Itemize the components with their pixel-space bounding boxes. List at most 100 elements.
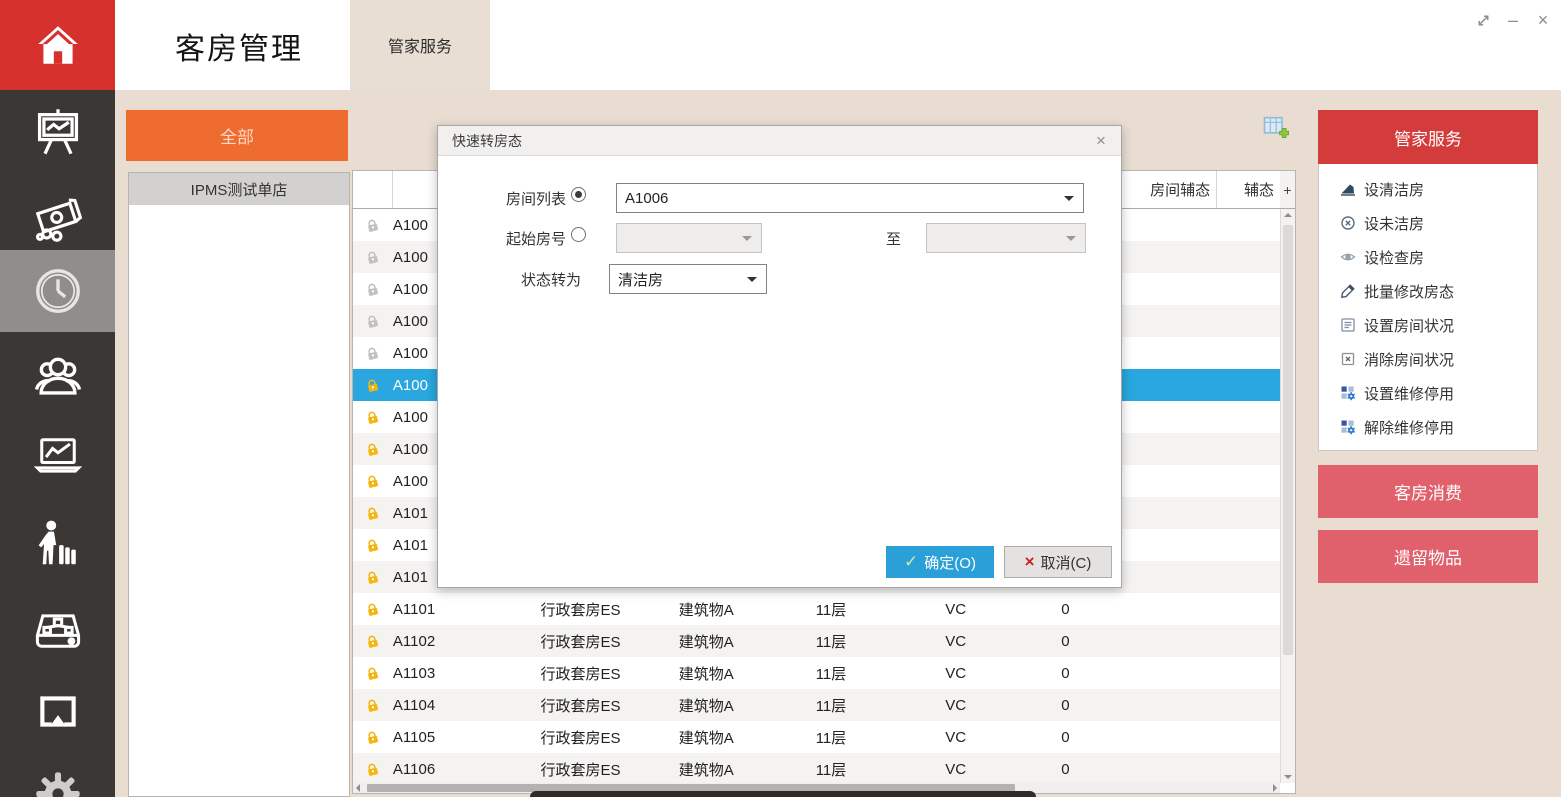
minimize-icon[interactable]: – — [1503, 10, 1523, 30]
cast-icon[interactable] — [0, 680, 115, 744]
menu-item-3[interactable]: 设检查房 — [1319, 240, 1537, 274]
table-row[interactable]: A1101行政套房ES建筑物A11层VC0 — [353, 593, 1280, 625]
traveler-icon[interactable] — [0, 512, 115, 576]
room-consumption-button[interactable]: 客房消费 — [1318, 465, 1538, 518]
range-start-combobox[interactable] — [616, 223, 762, 253]
gear-icon[interactable] — [0, 762, 115, 797]
table-cell — [1217, 305, 1280, 337]
col-status-icon[interactable] — [353, 171, 393, 208]
cancel-button[interactable]: × 取消(C) — [1004, 546, 1112, 578]
table-cell: VC — [900, 657, 1012, 689]
status-combobox[interactable]: 清洁房 — [609, 264, 767, 294]
butler-service-header[interactable]: 管家服务 — [1318, 110, 1538, 164]
network-icon[interactable] — [0, 598, 115, 662]
menu-item-1[interactable]: 设清洁房 — [1319, 172, 1537, 206]
users-icon[interactable] — [0, 344, 115, 408]
table-cell — [1217, 465, 1280, 497]
menu-item-4[interactable]: 批量修改房态 — [1319, 274, 1537, 308]
vertical-scroll-thumb[interactable] — [1283, 225, 1293, 655]
table-cell: 11层 — [762, 657, 900, 689]
table-cell — [1217, 721, 1280, 753]
export-table-icon[interactable] — [1261, 113, 1289, 141]
range-end-combobox[interactable] — [926, 223, 1086, 253]
stats-icon[interactable] — [0, 424, 115, 488]
room-lock-icon — [353, 433, 393, 465]
table-cell: 11层 — [762, 721, 900, 753]
dialog-close-icon[interactable]: × — [1091, 131, 1111, 151]
cancel-label: 取消(C) — [1041, 552, 1092, 573]
table-cell — [1119, 273, 1217, 305]
col-room-aux-status[interactable]: 房间辅态 — [1119, 171, 1217, 208]
table-row[interactable]: A1104行政套房ES建筑物A11层VC0 — [353, 689, 1280, 721]
ok-button[interactable]: ✓ 确定(O) — [886, 546, 994, 578]
room-lock-icon — [353, 273, 393, 305]
room-list-combobox[interactable]: A1006 — [616, 183, 1084, 213]
menu-item-label: 设置维修停用 — [1364, 383, 1454, 404]
table-cell: 建筑物A — [650, 593, 762, 625]
clock-icon[interactable] — [0, 250, 115, 332]
table-cell: 0 — [1012, 753, 1120, 783]
table-cell — [1217, 689, 1280, 721]
menu-item-label: 设未洁房 — [1364, 213, 1424, 234]
room-lock-icon — [353, 241, 393, 273]
table-cell: VC — [900, 625, 1012, 657]
chevron-down-icon — [747, 277, 757, 282]
room-lock-icon — [353, 689, 393, 721]
check-icon: ✓ — [904, 552, 918, 572]
menu-item-2[interactable]: 设未洁房 — [1319, 206, 1537, 240]
store-tree-item[interactable]: IPMS测试单店 — [129, 173, 349, 205]
room-lock-icon — [353, 401, 393, 433]
resize-icon[interactable] — [1473, 10, 1493, 30]
top-bar: 客房管理 管家服务 – × — [115, 0, 1561, 90]
room-list-radio[interactable] — [571, 187, 586, 202]
table-cell: A1103 — [393, 657, 511, 689]
scroll-right-icon[interactable] — [1273, 784, 1277, 792]
table-cell — [1217, 209, 1280, 241]
menu-item-8[interactable]: 解除维修停用 — [1319, 410, 1537, 444]
table-row[interactable]: A1103行政套房ES建筑物A11层VC0 — [353, 657, 1280, 689]
vertical-scrollbar[interactable] — [1280, 209, 1295, 783]
table-cell — [1119, 753, 1217, 783]
all-filter-button[interactable]: 全部 — [126, 110, 348, 161]
table-cell — [1119, 433, 1217, 465]
col-aux[interactable]: 辅态 — [1217, 171, 1280, 208]
bottom-popup-edge — [530, 791, 1036, 797]
table-cell: 建筑物A — [650, 753, 762, 783]
table-row[interactable]: A1105行政套房ES建筑物A11层VC0 — [353, 721, 1280, 753]
table-cell: 行政套房ES — [511, 721, 651, 753]
edit-icon — [1339, 283, 1356, 300]
chevron-down-icon — [742, 236, 752, 241]
table-cell — [1217, 433, 1280, 465]
table-cell: 行政套房ES — [511, 593, 651, 625]
scroll-up-icon[interactable] — [1284, 213, 1292, 217]
dialog-titlebar[interactable]: 快速转房态 — [438, 126, 1121, 156]
lost-items-button[interactable]: 遗留物品 — [1318, 530, 1538, 583]
scroll-left-icon[interactable] — [356, 784, 360, 792]
cash-icon[interactable] — [0, 188, 115, 252]
dashboard-icon[interactable] — [0, 100, 115, 164]
table-cell: VC — [900, 593, 1012, 625]
menu-item-7[interactable]: 设置维修停用 — [1319, 376, 1537, 410]
table-row[interactable]: A1106行政套房ES建筑物A11层VC0 — [353, 753, 1280, 783]
room-list-value: A1006 — [625, 190, 668, 207]
table-cell: 行政套房ES — [511, 625, 651, 657]
range-start-radio[interactable] — [571, 227, 586, 242]
table-cell — [1119, 401, 1217, 433]
table-cell — [1119, 209, 1217, 241]
table-cell — [1119, 593, 1217, 625]
table-cell: 行政套房ES — [511, 689, 651, 721]
scroll-down-icon[interactable] — [1284, 775, 1292, 779]
home-icon[interactable] — [0, 0, 115, 90]
close-icon[interactable]: × — [1533, 10, 1553, 30]
add-column-button[interactable]: + — [1280, 171, 1295, 209]
table-cell — [1217, 593, 1280, 625]
tab-butler-service[interactable]: 管家服务 — [350, 0, 490, 90]
table-cell: 0 — [1012, 657, 1120, 689]
table-row[interactable]: A1102行政套房ES建筑物A11层VC0 — [353, 625, 1280, 657]
table-cell — [1119, 465, 1217, 497]
table-cell — [1217, 401, 1280, 433]
room-lock-icon — [353, 721, 393, 753]
menu-item-6[interactable]: 消除房间状况 — [1319, 342, 1537, 376]
menu-item-5[interactable]: 设置房间状况 — [1319, 308, 1537, 342]
room-lock-icon — [353, 657, 393, 689]
